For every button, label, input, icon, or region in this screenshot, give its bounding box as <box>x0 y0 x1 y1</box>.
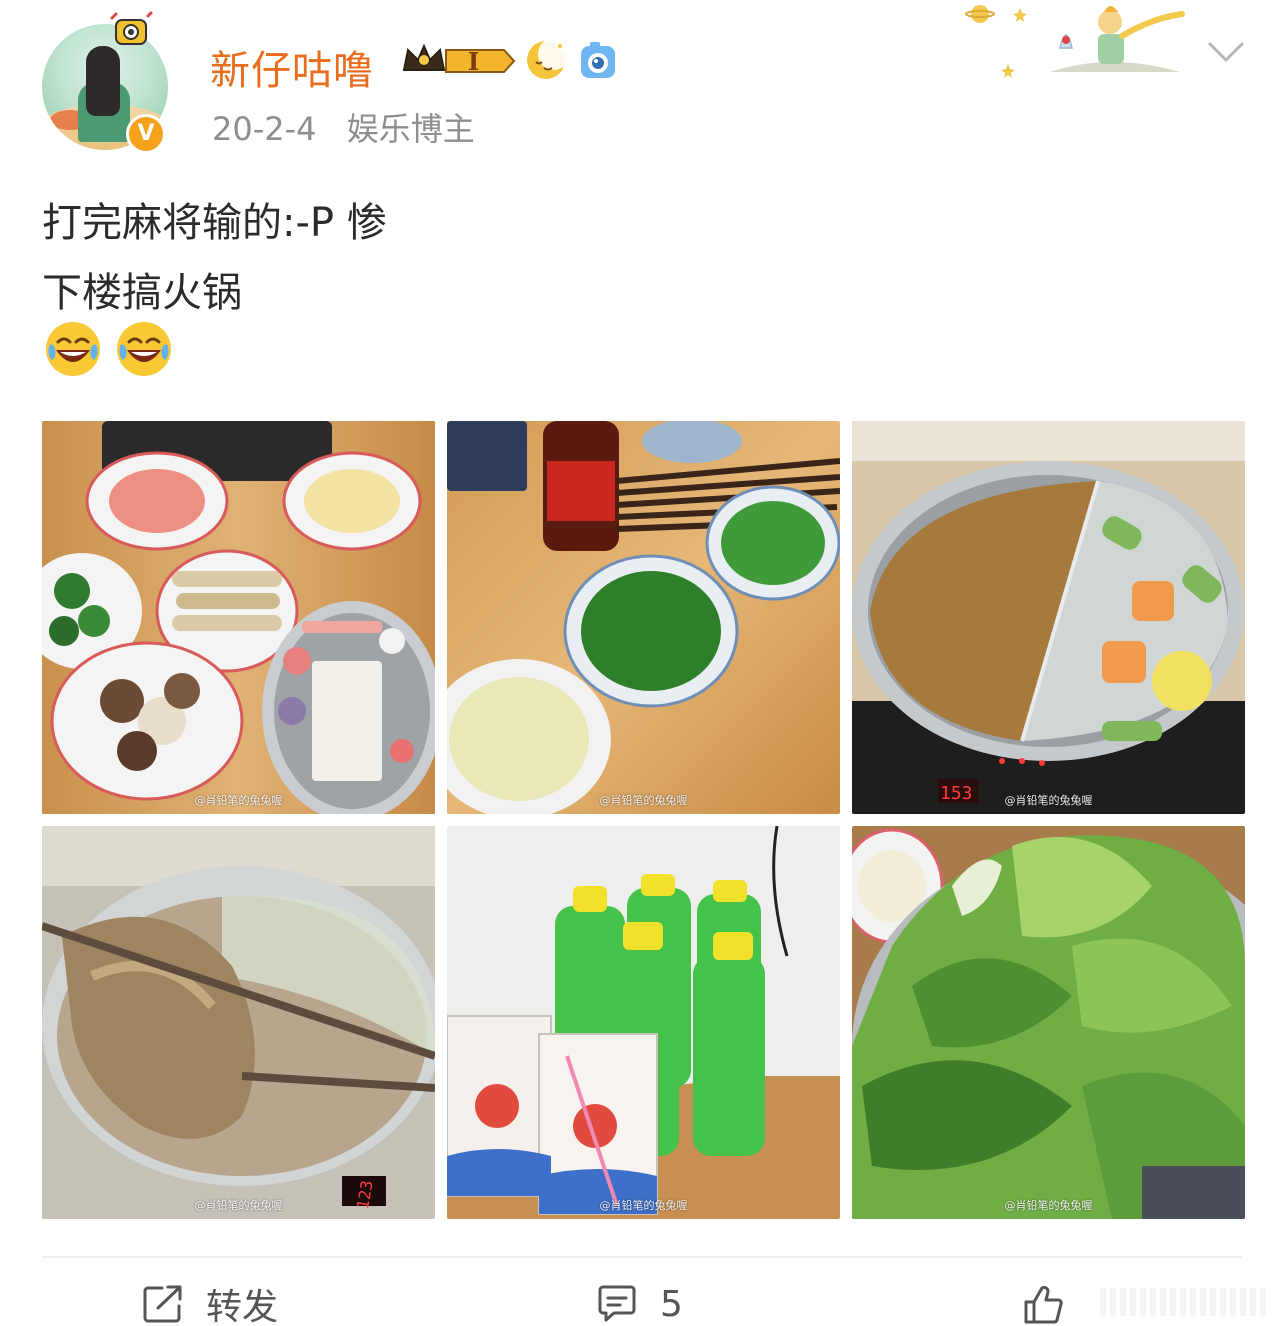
like-area-pattern-overlay <box>1100 1288 1270 1316</box>
post-text-line: 打完麻将输的:-P 惨 <box>42 200 387 246</box>
photo-hotpot[interactable]: 153 @肖铅笔的兔兔喔 <box>852 421 1245 814</box>
comment-count: 5 <box>660 1283 683 1325</box>
like-icon <box>1024 1285 1063 1324</box>
photo-watermark: @肖铅笔的兔兔喔 <box>194 1199 283 1212</box>
avatar-figure-hair <box>86 46 120 116</box>
photo-hotpot-image: 153 <box>852 421 1245 814</box>
photo-watermark: @肖铅笔的兔兔喔 <box>599 1199 688 1212</box>
verified-badge: V <box>126 114 166 154</box>
post-text: 打完麻将输的:-P 惨 下楼搞火锅 <box>42 188 1242 328</box>
moon-emoji-icon <box>527 38 568 79</box>
photo-tripe[interactable]: 123 @肖铅笔的兔兔喔 <box>42 826 435 1219</box>
like-button[interactable] <box>1022 1282 1086 1326</box>
vip-crown-icon[interactable]: I <box>400 40 516 82</box>
chevron-down-icon[interactable] <box>1206 36 1246 70</box>
comment-icon <box>598 1285 636 1322</box>
photo-ingredients[interactable]: @肖铅笔的兔兔喔 <box>42 421 435 814</box>
share-icon <box>143 1285 182 1323</box>
photo-tripe-image: 123 <box>42 826 435 1219</box>
photo-watermark: @肖铅笔的兔兔喔 <box>194 794 283 807</box>
photo-condiments[interactable]: @肖铅笔的兔兔喔 <box>447 421 840 814</box>
post-meta: 20-2-4 娱乐博主 <box>212 104 495 150</box>
post-date: 20-2-4 <box>212 110 317 148</box>
photo-watermark: @肖铅笔的兔兔喔 <box>599 794 688 807</box>
photo-greens[interactable]: @肖铅笔的兔兔喔 <box>852 826 1245 1219</box>
author-name[interactable]: 新仔咕噜 <box>210 38 374 96</box>
photo-greens-image <box>852 826 1245 1219</box>
author-role: 娱乐博主 <box>346 110 475 148</box>
post-text-line: 下楼搞火锅 <box>42 270 242 316</box>
avatar-frame-camera-icon <box>110 11 153 45</box>
photo-watermark: @肖铅笔的兔兔喔 <box>1004 1199 1093 1212</box>
photo-drinks-image <box>447 826 840 1219</box>
laugh-cry-emoji-icon <box>46 322 100 376</box>
comment-button[interactable]: 5 <box>596 1282 683 1326</box>
post-emoji-row <box>44 320 181 380</box>
laugh-cry-emoji-icon <box>117 322 172 376</box>
photo-ingredients-image <box>42 421 435 814</box>
repost-label: 转发 <box>206 1287 279 1326</box>
action-divider <box>42 1256 1242 1258</box>
post-header: V 新仔咕噜 I 20-2-4 娱乐博主 <box>0 0 1284 170</box>
photo-watermark: @肖铅笔的兔兔喔 <box>1004 794 1093 807</box>
vip-level-text: I <box>468 47 479 76</box>
photo-grid: @肖铅笔的兔兔喔 @肖铅笔的兔兔喔 153 @肖铅笔的兔兔喔 123 @肖铅笔的… <box>42 421 1246 1221</box>
camera-emoji-icon <box>581 42 615 78</box>
photo-condiments-image <box>447 421 840 814</box>
photo-drinks[interactable]: @肖铅笔的兔兔喔 <box>447 826 840 1219</box>
repost-button[interactable]: 转发 <box>142 1282 278 1326</box>
decoration-card-little-prince <box>965 5 1185 78</box>
